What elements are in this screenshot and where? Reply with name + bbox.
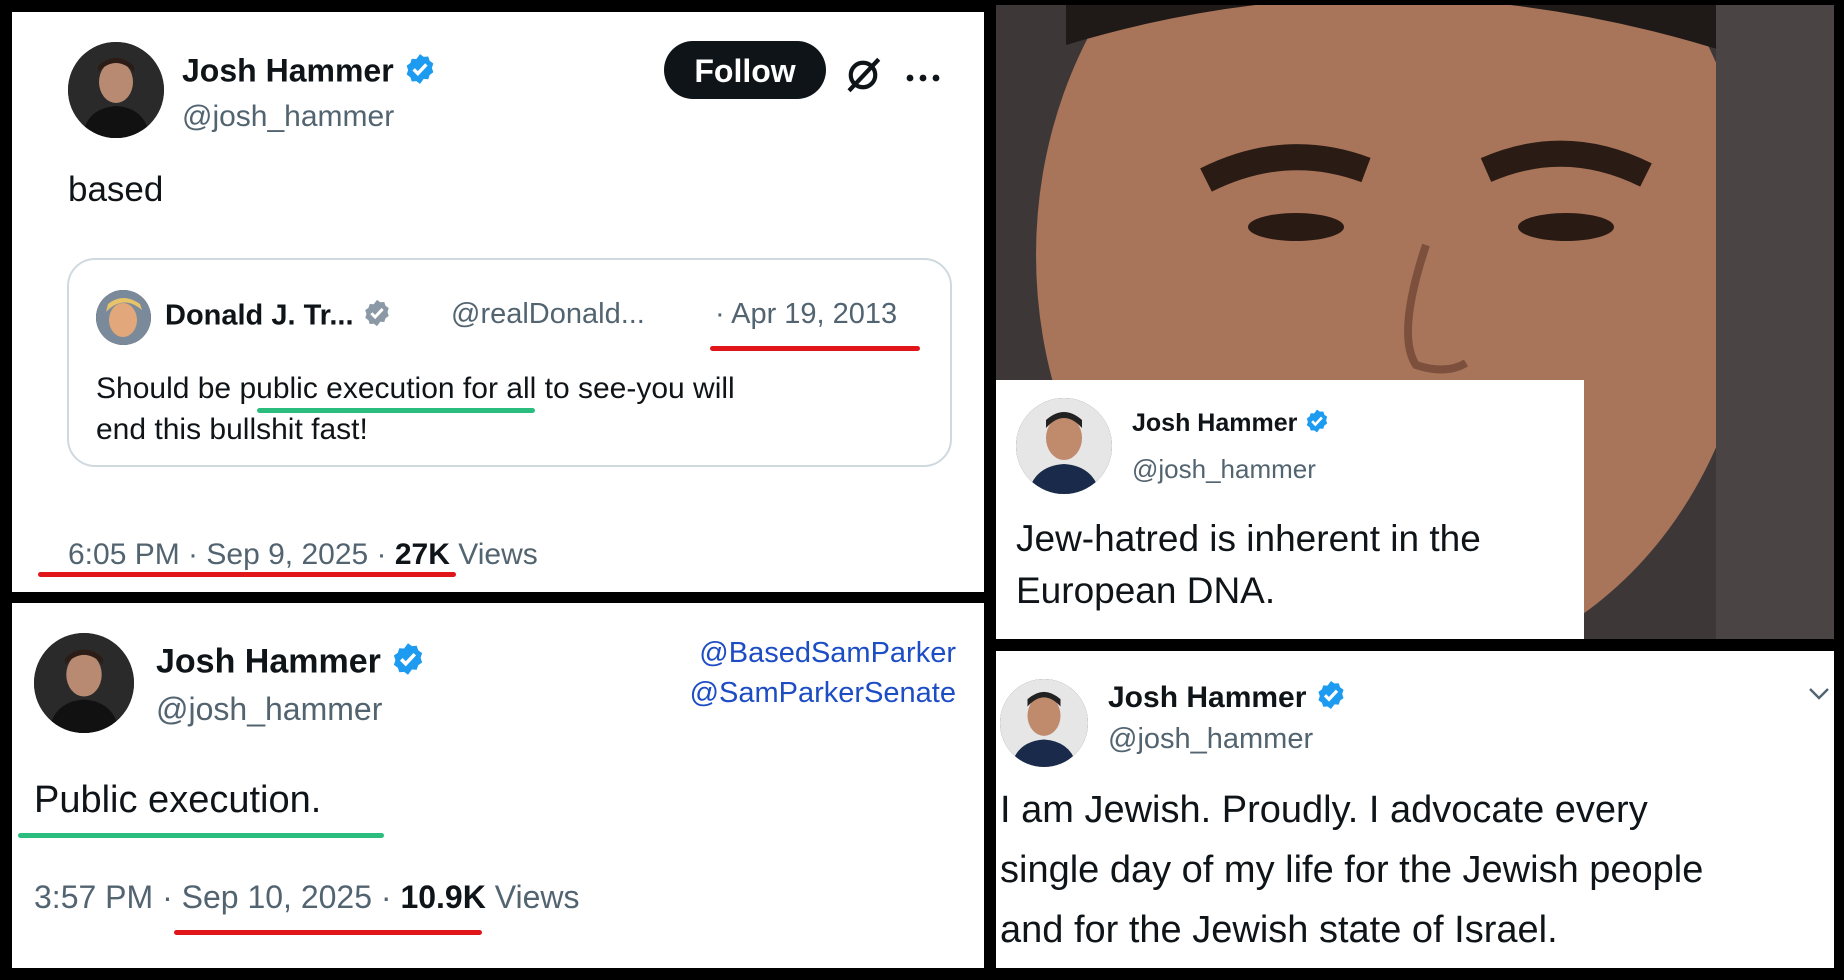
tweet-text-line3: and for the Jewish state of Israel.: [1000, 909, 1558, 951]
tweet-text-line2: European DNA.: [1016, 570, 1276, 611]
views-count: 27K: [394, 538, 450, 571]
quoted-author-name[interactable]: Donald J. Tr...: [165, 298, 392, 336]
timestamp-underline: [38, 572, 456, 577]
timestamp[interactable]: 6:05 PM · Sep 9, 2025 ·: [68, 538, 387, 571]
author-name-text: Josh Hammer: [1132, 409, 1298, 438]
author-handle[interactable]: @josh_hammer: [1132, 454, 1316, 485]
author-name[interactable]: Josh Hammer: [156, 641, 426, 686]
avatar[interactable]: [34, 633, 134, 733]
quoted-text-line2: end this bullshit fast!: [96, 413, 368, 446]
verified-badge-icon: [390, 641, 426, 686]
tweet-meta: 6:05 PM · Sep 9, 2025 · 27K Views: [68, 538, 538, 572]
views-label: Views: [458, 538, 538, 571]
tweet-panel-based: Josh Hammer @josh_hammer Follow based Do…: [12, 12, 984, 592]
tweet-text-line2: single day of my life for the Jewish peo…: [1000, 849, 1704, 891]
tweet-panel-jewish: Josh Hammer @josh_hammer I am Jewish. Pr…: [996, 651, 1834, 968]
views-count: 10.9K: [400, 879, 486, 915]
quoted-author-name-text: Donald J. Tr...: [165, 299, 354, 332]
mentions: @BasedSamParker @SamParkerSenate: [690, 633, 956, 713]
author-name[interactable]: Josh Hammer: [182, 52, 437, 94]
tweet-text: based: [68, 170, 164, 209]
author-handle[interactable]: @josh_hammer: [1108, 723, 1313, 756]
quoted-text-line1: Should be public execution for all to se…: [96, 372, 735, 405]
grok-icon[interactable]: [842, 54, 884, 101]
more-icon[interactable]: [905, 70, 941, 88]
date-underline: [174, 930, 482, 935]
tweet-card-dna: Josh Hammer @josh_hammer Jew-hatred is i…: [996, 380, 1584, 639]
quoted-avatar[interactable]: [96, 290, 151, 345]
mention-link[interactable]: @BasedSamParker: [690, 633, 956, 673]
timestamp[interactable]: 3:57 PM · Sep 10, 2025 ·: [34, 879, 392, 915]
portrait-panel: Josh Hammer @josh_hammer Jew-hatred is i…: [996, 5, 1834, 639]
tweet-meta: 3:57 PM · Sep 10, 2025 · 10.9K Views: [34, 879, 580, 916]
tweet-panel-public-execution: Josh Hammer @josh_hammer @BasedSamParker…: [12, 603, 984, 968]
tweet-text-line1: I am Jewish. Proudly. I advocate every: [1000, 789, 1648, 831]
author-handle[interactable]: @josh_hammer: [182, 100, 394, 134]
author-name-text: Josh Hammer: [1108, 680, 1307, 714]
verified-badge-icon: [1304, 408, 1330, 441]
author-name-text: Josh Hammer: [182, 52, 394, 89]
follow-button[interactable]: Follow: [664, 41, 826, 99]
mention-link[interactable]: @SamParkerSenate: [690, 673, 956, 713]
text-underline: [18, 833, 384, 838]
chevron-down-icon[interactable]: [1808, 681, 1830, 707]
author-handle[interactable]: @josh_hammer: [156, 691, 382, 728]
avatar[interactable]: [68, 42, 164, 138]
quoted-tweet[interactable]: Donald J. Tr... @realDonald... · Apr 19,…: [67, 258, 952, 467]
views-label: Views: [494, 879, 580, 915]
date-underline: [710, 346, 920, 351]
verified-badge-icon: [403, 52, 437, 94]
tweet-text: Public execution.: [34, 779, 322, 821]
verified-badge-icon: [1315, 679, 1347, 719]
author-name-text: Josh Hammer: [156, 642, 381, 681]
avatar[interactable]: [1000, 679, 1088, 767]
verified-badge-icon: [362, 298, 392, 336]
avatar[interactable]: [1016, 398, 1112, 494]
tweet-text-line1: Jew-hatred is inherent in the: [1016, 518, 1481, 559]
quoted-author-handle[interactable]: @realDonald...: [451, 298, 645, 331]
quoted-date[interactable]: · Apr 19, 2013: [715, 298, 897, 331]
author-name[interactable]: Josh Hammer: [1108, 679, 1347, 719]
author-name[interactable]: Josh Hammer: [1132, 408, 1330, 441]
